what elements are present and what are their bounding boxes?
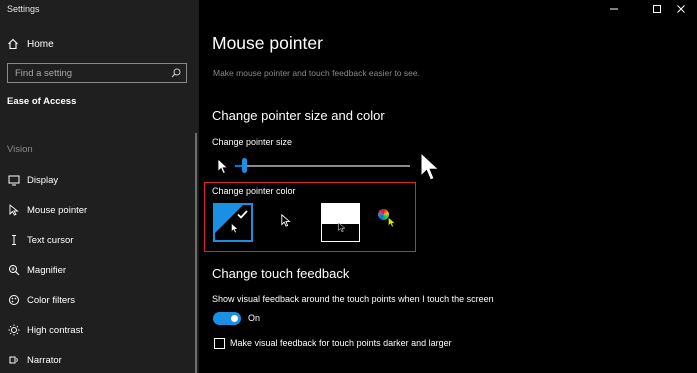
toggle-knob (231, 315, 238, 322)
close-button[interactable] (668, 2, 694, 16)
sidebar-item-label: High contrast (27, 324, 83, 336)
sidebar-item-narrator[interactable]: Narrator (7, 353, 62, 367)
sidebar-scrollbar[interactable] (195, 133, 197, 373)
white-pointer-icon (231, 221, 239, 239)
minimize-button[interactable] (601, 2, 627, 16)
sidebar-item-high-contrast[interactable]: High contrast (7, 323, 83, 337)
search-icon[interactable] (170, 68, 182, 78)
black-pointer-icon (281, 213, 291, 227)
high-contrast-icon (7, 324, 21, 336)
sidebar-item-label: Text cursor (27, 234, 74, 246)
pointer-color-label: Change pointer color (212, 186, 296, 196)
home-label: Home (27, 38, 54, 50)
sidebar-item-label: Narrator (27, 354, 62, 366)
large-pointer-icon (420, 151, 440, 187)
sidebar-item-magnifier[interactable]: Magnifier (7, 263, 66, 277)
color-filters-icon (7, 294, 21, 306)
search-box[interactable] (7, 63, 187, 83)
home-icon (7, 38, 21, 50)
pointer-color-black-option[interactable] (281, 213, 291, 233)
touch-feedback-toggle[interactable] (213, 312, 241, 325)
minimize-icon (610, 8, 618, 10)
main-content: Mouse pointer Make mouse pointer and tou… (199, 0, 697, 373)
section-title: Ease of Access (7, 96, 77, 107)
pointer-color-white-option[interactable] (213, 203, 253, 242)
custom-pointer-icon (388, 215, 396, 233)
pointer-color-inverted-option[interactable] (321, 203, 360, 242)
app-title: Settings (7, 4, 40, 14)
close-icon (677, 5, 685, 13)
small-pointer-icon (217, 158, 229, 180)
sidebar-item-text-cursor[interactable]: Text cursor (7, 233, 73, 247)
sidebar-item-label: Magnifier (27, 264, 67, 276)
pointer-size-label: Change pointer size (212, 137, 293, 147)
maximize-icon (653, 5, 661, 13)
sidebar-item-display[interactable]: Display (7, 173, 58, 187)
text-cursor-icon (7, 234, 21, 246)
page-subtitle: Make mouse pointer and touch feedback ea… (213, 68, 420, 78)
darker-feedback-label[interactable]: Make visual feedback for touch points da… (230, 338, 452, 348)
toggle-state-label: On (248, 313, 261, 323)
sidebar-item-color-filters[interactable]: Color filters (7, 293, 75, 307)
sidebar-item-label: Color filters (27, 294, 76, 306)
search-input[interactable] (15, 67, 170, 79)
inverted-pointer-icon (338, 220, 346, 238)
touch-feedback-description: Show visual feedback around the touch po… (212, 294, 494, 304)
size-color-heading: Change pointer size and color (212, 108, 385, 123)
magnifier-icon (7, 264, 21, 276)
pointer-color-custom-option[interactable] (376, 208, 402, 232)
display-icon (7, 175, 21, 186)
sidebar-item-mouse-pointer[interactable]: Mouse pointer (7, 203, 87, 217)
narrator-icon (7, 354, 21, 366)
sidebar-item-label: Mouse pointer (27, 204, 88, 216)
pointer-size-slider[interactable] (235, 165, 410, 167)
touch-feedback-heading: Change touch feedback (212, 266, 350, 281)
sidebar: Settings Home Ease of Access Vision Disp… (0, 0, 199, 373)
maximize-button[interactable] (644, 2, 670, 16)
page-title: Mouse pointer (212, 33, 323, 53)
home-link[interactable]: Home (7, 37, 54, 51)
pointer-size-slider-thumb[interactable] (241, 158, 247, 173)
sidebar-item-label: Display (27, 174, 59, 186)
group-label-vision: Vision (7, 144, 33, 155)
darker-feedback-checkbox[interactable] (214, 338, 225, 349)
mouse-pointer-icon (7, 204, 21, 216)
